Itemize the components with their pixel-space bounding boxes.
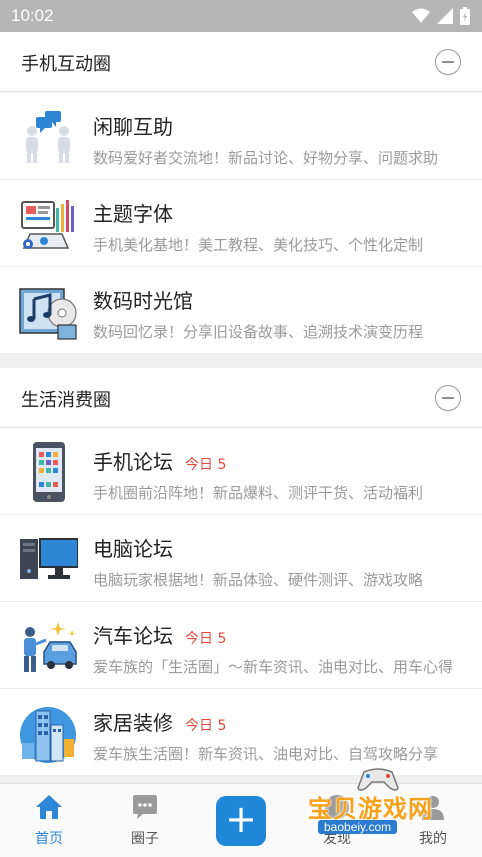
nav-discover[interactable]: 发现 <box>297 792 377 848</box>
nav-label: 首页 <box>35 831 63 847</box>
collapse-icon[interactable] <box>435 385 461 411</box>
nav-circle[interactable]: 圈子 <box>105 792 185 848</box>
music-album-icon <box>19 288 77 340</box>
bottom-navigation: 首页 圈子 + 发现 我的 <box>0 783 482 857</box>
chat-bubble-icon <box>133 795 157 819</box>
forum-name: 主题字体 <box>93 202 173 226</box>
section-header-mobile-interaction: 手机互动圈 <box>0 32 482 92</box>
forum-description: 电脑玩家根据地！新品体验、硬件测评、游戏攻略 <box>93 571 424 589</box>
section-header-life-consumption: 生活消费圈 <box>0 368 482 428</box>
forum-description: 手机圈前沿阵地！新品爆料、测评干货、活动福利 <box>93 484 424 502</box>
forum-description: 数码回忆录！分享旧设备故事、追溯技术演变历程 <box>93 323 424 341</box>
smartphone-icon <box>33 442 65 502</box>
home-icon <box>36 795 62 819</box>
forum-name: 汽车论坛 <box>93 624 173 648</box>
forum-description: 爱车族的「生活圈」〜新车资讯、油电对比、用车心得 <box>93 658 454 676</box>
nav-label: 发现 <box>323 831 351 847</box>
forum-item-digital-museum[interactable]: 数码时光馆 数码回忆录！分享旧设备故事、追溯技术演变历程 <box>0 267 482 354</box>
section-title: 手机互动圈 <box>21 54 111 75</box>
nav-home[interactable]: 首页 <box>9 792 89 848</box>
forum-item-mobile[interactable]: 手机论坛 今日 5 手机圈前沿阵地！新品爆料、测评干货、活动福利 <box>0 428 482 515</box>
forum-description: 爱车族生活圈！新车资讯、油电对比、自驾攻略分享 <box>93 745 439 763</box>
forum-name: 手机论坛 <box>93 450 173 474</box>
compass-icon <box>325 795 349 819</box>
today-count-badge: 今日 5 <box>185 718 227 734</box>
status-time: 10:02 <box>11 6 54 25</box>
forum-item-themes-fonts[interactable]: 主题字体 手机美化基地！美工教程、美化技巧、个性化定制 <box>0 180 482 267</box>
status-icons <box>412 7 470 25</box>
section-title: 生活消费圈 <box>21 390 111 411</box>
today-count-badge: 今日 5 <box>185 457 227 473</box>
wifi-icon <box>412 8 430 23</box>
design-palette-icon <box>21 200 74 249</box>
battery-icon <box>460 7 470 25</box>
building-icon <box>20 707 76 763</box>
forum-name: 数码时光馆 <box>93 289 193 313</box>
section-divider <box>0 354 482 368</box>
forum-name: 电脑论坛 <box>93 537 173 561</box>
forum-item-car[interactable]: 汽车论坛 今日 5 爱车族的「生活圈」〜新车资讯、油电对比、用车心得 <box>0 602 482 689</box>
nav-label: 我的 <box>419 831 447 847</box>
today-count-badge: 今日 5 <box>185 631 227 647</box>
nav-label: 圈子 <box>131 831 159 847</box>
forum-description: 手机美化基地！美工教程、美化技巧、个性化定制 <box>93 236 424 254</box>
forum-name: 闲聊互助 <box>93 115 173 139</box>
forum-description: 数码爱好者交流地！新品讨论、好物分享、问题求助 <box>93 149 439 167</box>
forum-item-home-decoration[interactable]: 家居装修 今日 5 爱车族生活圈！新车资讯、油电对比、自驾攻略分享 <box>0 689 482 776</box>
status-bar: 10:02 <box>0 0 482 32</box>
user-icon <box>422 796 444 820</box>
signal-icon <box>437 8 453 24</box>
create-post-button[interactable]: + <box>216 796 266 846</box>
car-wash-icon <box>24 622 77 672</box>
desktop-computer-icon <box>20 538 78 579</box>
collapse-icon[interactable] <box>435 49 461 75</box>
forum-item-chat[interactable]: 闲聊互助 数码爱好者交流地！新品讨论、好物分享、问题求助 <box>0 93 482 180</box>
nav-mine[interactable]: 我的 <box>393 792 473 848</box>
forum-name: 家居装修 <box>93 711 173 735</box>
chat-people-icon <box>26 111 70 163</box>
forum-item-computer[interactable]: 电脑论坛 电脑玩家根据地！新品体验、硬件测评、游戏攻略 <box>0 515 482 602</box>
